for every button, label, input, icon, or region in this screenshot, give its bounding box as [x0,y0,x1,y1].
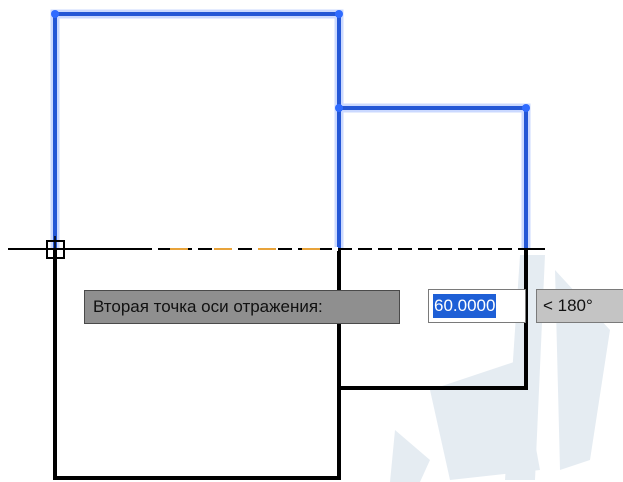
distance-input[interactable]: 60.0000 [428,289,526,323]
angle-value: < 180° [543,296,593,315]
angle-input[interactable]: < 180° [536,289,623,323]
prompt-label: Вторая точка оси отражения: [93,297,323,316]
dynamic-input-prompt: Вторая точка оси отражения: [84,290,400,324]
grip-points[interactable] [51,10,530,112]
selected-geometry-glow [50,9,531,250]
selected-geometry[interactable] [53,12,528,250]
drawing-canvas[interactable] [0,0,623,482]
distance-value: 60.0000 [433,294,497,318]
